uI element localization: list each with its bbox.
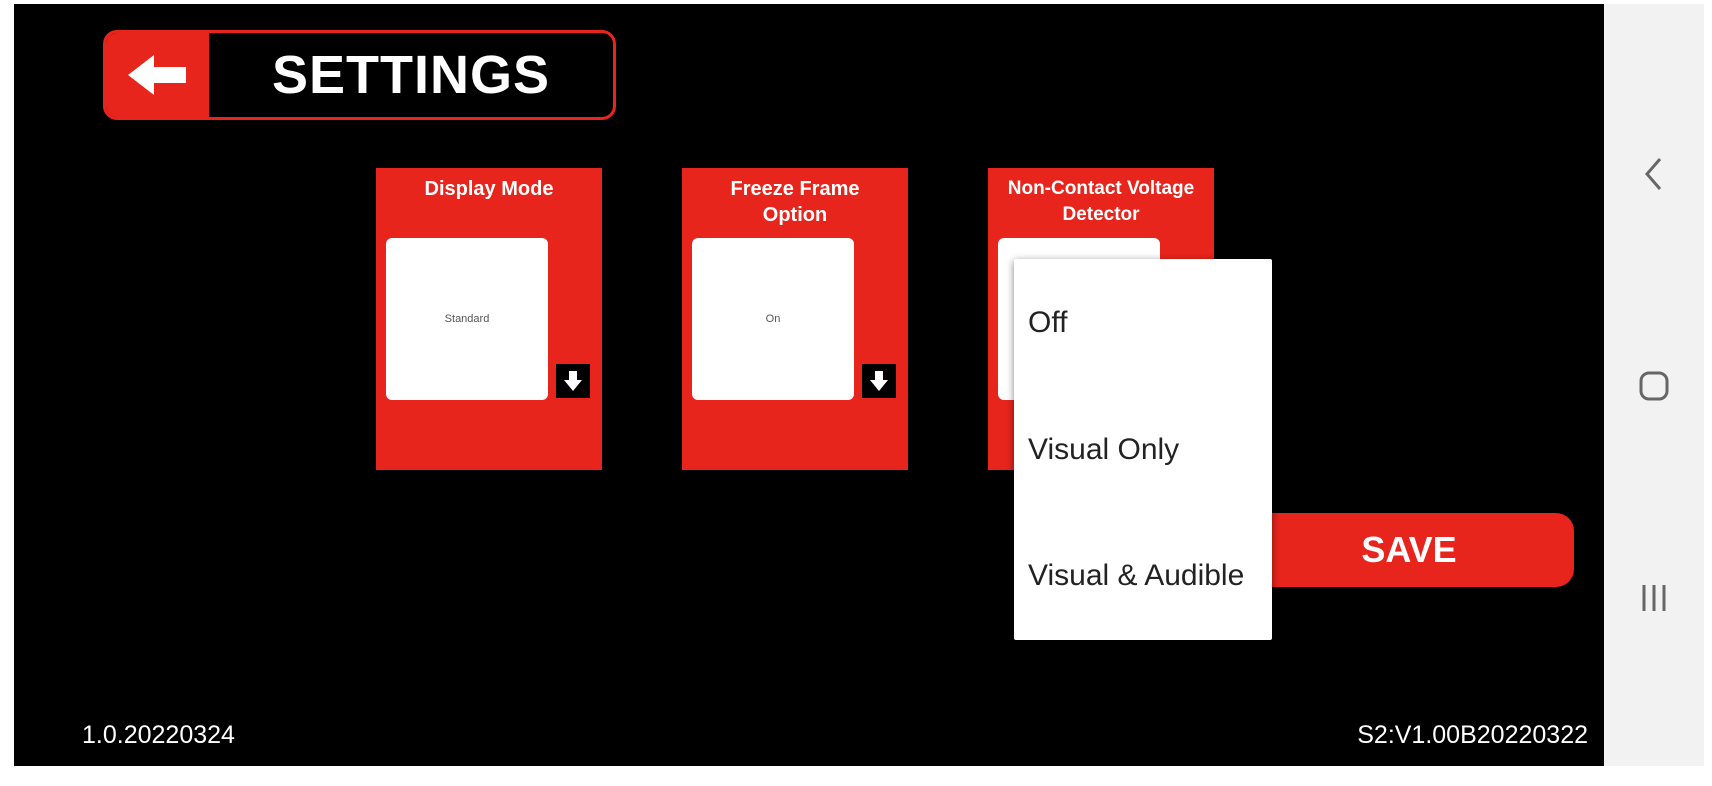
display-mode-select[interactable]: Standard (386, 238, 548, 400)
nav-home-button[interactable] (1634, 366, 1674, 406)
display-mode-dropdown-button[interactable] (556, 364, 590, 398)
settings-header: SETTINGS (103, 30, 616, 120)
firmware-version: S2:V1.00B20220322 (1357, 721, 1588, 749)
freeze-frame-dropdown-button[interactable] (862, 364, 896, 398)
card-title: Freeze Frame Option (730, 178, 860, 226)
recent-apps-icon (1642, 585, 1666, 611)
arrow-left-icon (127, 55, 186, 95)
voltage-detector-dropdown-menu: Off Visual Only Visual & Audible (1014, 259, 1272, 640)
android-nav-bar (1604, 4, 1704, 766)
card-title: Non-Contact Voltage Detector (1007, 178, 1195, 225)
page-title: SETTINGS (271, 45, 551, 105)
app-screen: SETTINGS Display Mode Standard Freeze Fr… (14, 4, 1604, 766)
freeze-frame-card: Freeze Frame Option On (682, 168, 908, 470)
dropdown-option-visual-audible[interactable]: Visual & Audible (1028, 556, 1268, 596)
card-title: Display Mode (424, 178, 554, 200)
back-button[interactable] (106, 33, 209, 117)
dropdown-option-off[interactable]: Off (1028, 303, 1268, 343)
arrow-down-icon (564, 371, 582, 391)
app-version: 1.0.20220324 (82, 721, 235, 749)
nav-back-button[interactable] (1634, 154, 1674, 194)
freeze-frame-select[interactable]: On (692, 238, 854, 400)
home-icon (1639, 371, 1669, 401)
save-button[interactable]: SAVE (1244, 513, 1574, 587)
arrow-down-icon (870, 371, 888, 391)
dropdown-option-visual-only[interactable]: Visual Only (1028, 430, 1268, 470)
back-chevron-icon (1645, 158, 1662, 190)
nav-recent-apps-button[interactable] (1634, 578, 1674, 618)
display-mode-card: Display Mode Standard (376, 168, 602, 470)
